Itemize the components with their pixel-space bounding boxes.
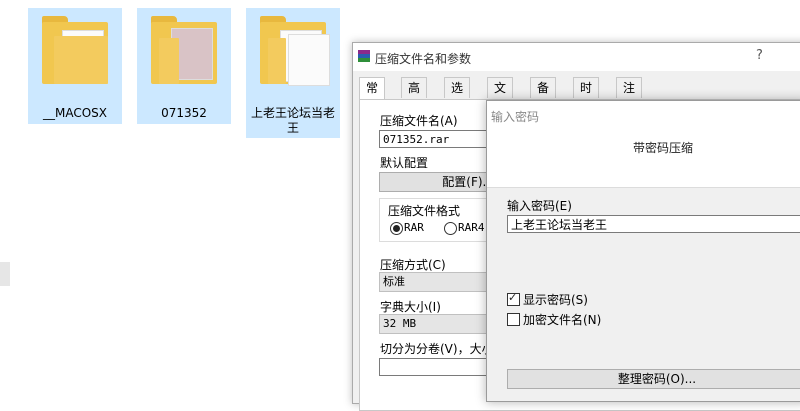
file-name: 071352 <box>161 106 207 120</box>
profiles-button[interactable]: 配置(F)... <box>379 172 499 192</box>
password-dialog: 输入密码 带密码压缩 输入密码(E) 上老王论坛当老王 显示密码(S) 加密文件… <box>486 100 800 402</box>
rar4-label: RAR4 <box>458 221 485 234</box>
dialog-title: 压缩文件名和参数 <box>375 52 472 66</box>
scroll-edge <box>0 262 10 286</box>
password-dialog-heading: 带密码压缩 <box>633 141 694 155</box>
winrar-icon <box>358 50 370 62</box>
tab-files[interactable]: 文件 <box>487 77 514 115</box>
file-macosx[interactable]: __MACOSX <box>28 8 122 124</box>
method-label: 压缩方式(C) <box>380 258 446 272</box>
tab-general[interactable]: 常规 <box>359 77 386 115</box>
encrypt-names-checkbox[interactable] <box>507 313 520 326</box>
tab-options[interactable]: 选项 <box>444 77 471 115</box>
archive-name-label: 压缩文件名(A) <box>380 114 458 128</box>
password-dialog-title: 输入密码 <box>491 110 540 124</box>
dialog-titlebar: 压缩文件名和参数 ? <box>353 43 800 71</box>
tab-time[interactable]: 时间 <box>573 77 600 115</box>
divider <box>487 187 800 188</box>
file-lao-wang[interactable]: 上老王论坛当老王 <box>246 8 340 138</box>
tab-comment[interactable]: 注释 <box>616 77 643 115</box>
show-password-checkbox[interactable] <box>507 291 520 306</box>
password-input[interactable]: 上老王论坛当老王 <box>507 215 800 233</box>
help-button[interactable]: ? <box>756 48 763 63</box>
file-name: __MACOSX <box>42 106 107 120</box>
file-071352[interactable]: 071352 <box>137 8 231 124</box>
rar-label: RAR <box>404 221 424 234</box>
split-volumes-label: 切分为分卷(V)，大小 <box>380 342 494 356</box>
archive-name-input[interactable]: 071352.rar <box>379 130 499 148</box>
folder-icon <box>260 16 330 86</box>
password-dialog-titlebar: 输入密码 <box>487 101 800 130</box>
tab-advanced[interactable]: 高级 <box>401 77 428 115</box>
show-password-label: 显示密码(S) <box>523 293 588 307</box>
rar-radio[interactable] <box>390 222 403 235</box>
organize-passwords-button[interactable]: 整理密码(O)... <box>507 369 800 389</box>
password-dialog-header: 带密码压缩 <box>487 129 800 187</box>
tab-backup[interactable]: 备份 <box>530 77 557 115</box>
dictionary-label: 字典大小(I) <box>380 300 441 314</box>
folder-icon <box>151 16 219 86</box>
dictionary-select[interactable]: 32 MB <box>379 314 499 334</box>
file-name: 上老王论坛当老王 <box>250 106 335 135</box>
method-select[interactable]: 标准 <box>379 272 499 292</box>
rar4-radio[interactable] <box>444 222 457 235</box>
format-group-label: 压缩文件格式 <box>386 202 463 219</box>
split-volumes-input[interactable] <box>379 358 499 376</box>
encrypt-names-label: 加密文件名(N) <box>523 313 602 327</box>
folder-icon <box>42 16 110 86</box>
default-profile-label: 默认配置 <box>380 156 429 170</box>
password-label: 输入密码(E) <box>507 199 572 213</box>
